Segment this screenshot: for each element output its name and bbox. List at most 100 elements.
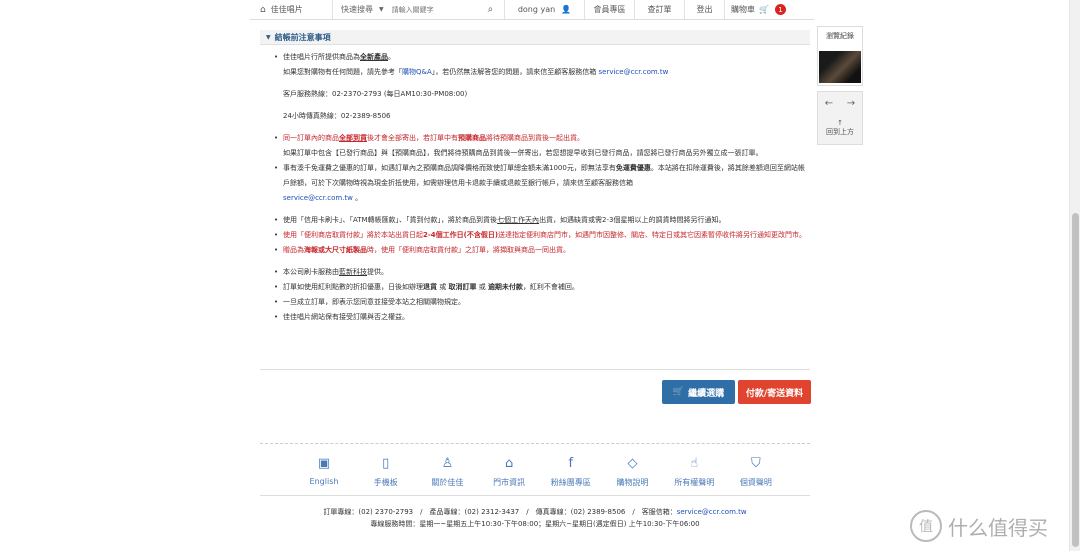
facebook-icon: f: [568, 455, 574, 471]
list-item: 使用「信用卡刷卡」、「ATM轉帳匯款」、「貨到付款」，將於商品到貨後七個工作天內…: [272, 213, 807, 228]
notice-body: 佳佳唱片行所提供商品為全新產品。 如果您對購物有任何問題，請先參考「購物Q&A」…: [272, 50, 807, 325]
footer-link-label: 所有權聲明: [674, 478, 715, 487]
notice-text: 時，使用「便利商店取貨付款」之訂單，將擷取與商品一同出貨。: [367, 246, 570, 254]
user-icon: 👤: [561, 5, 572, 14]
service-email-link[interactable]: service@ccr.com.tw: [283, 194, 353, 202]
cart-icon: 🛒: [759, 5, 769, 14]
back-to-top-button[interactable]: ↑ 回到上方: [818, 119, 862, 137]
contact-line: 訂單專線：(02) 2370-2793 / 產品專線：(02) 2312-343…: [323, 508, 677, 516]
search-box: 快速搜尋 ▼ ⌕: [332, 0, 504, 19]
shield-icon: ⛉: [751, 455, 761, 471]
browse-history-title: 瀏覽紀錄: [826, 32, 854, 40]
contact-info: 訂單專線：(02) 2370-2793 / 產品專線：(02) 2312-343…: [260, 506, 810, 530]
notice-text: 或: [439, 283, 447, 291]
person-icon: ♙: [441, 455, 454, 471]
footer-link-about[interactable]: ♙ 關於佳佳: [418, 452, 476, 488]
footer-link-stores[interactable]: ⌂ 門市資訊: [480, 452, 538, 488]
footer-link-label: 關於佳佳: [431, 478, 464, 487]
top-bar: ⌂ 佳佳唱片 快速搜尋 ▼ ⌕ dong yan 👤 會員專區 查訂單 登出 購…: [250, 0, 814, 20]
side-nav: ← → ↑ 回到上方: [817, 91, 863, 145]
arrow-up-icon: ↑: [837, 119, 843, 127]
footer-nav: ▣ English ▯ 手機板 ♙ 關於佳佳 ⌂ 門市資訊 f 粉絲團專區 ◇ …: [295, 452, 785, 488]
notice-text: 退貨: [423, 283, 437, 291]
list-item: 使用「便利商店取貨付款」將於本站出貨日起2-4個工作日(不含假日)送達指定便利商…: [272, 228, 807, 243]
service-hours: 專線服務時間：星期一~星期五上午10:30-下午08:00；星期六~星期日(遇定…: [370, 520, 700, 528]
notice-text: 贈品為: [283, 246, 304, 254]
watermark-logo-icon: 值: [910, 510, 942, 542]
notice-text: 訂單如使用紅利點數的折扣優惠，日後如辦理: [283, 283, 423, 291]
service-email-link[interactable]: service@ccr.com.tw: [599, 68, 669, 76]
page-scrollbar[interactable]: [1069, 0, 1080, 551]
footer-link-fans[interactable]: f 粉絲團專區: [542, 452, 600, 488]
notice-text: 將待預購商品到貨後一起出貨。: [486, 134, 584, 142]
service-hotline: 客戶服務熱線：02-2370-2793 (每日AM10:30-PM08:00): [283, 90, 468, 98]
browse-history-panel: 瀏覽紀錄: [817, 26, 863, 86]
continue-shopping-label: 繼續選購: [688, 388, 725, 399]
qa-link[interactable]: 購物Q&A: [402, 68, 432, 76]
notice-title: 結帳前注意事項: [274, 32, 331, 42]
notice-text: 使用「便利商店取貨付款」將於本站出貨日起: [283, 231, 423, 239]
list-item: 如果訂單中包含【已發行商品】與【預購商品】，我們將待預購商品到貨後一併寄出，若您…: [272, 146, 807, 161]
notice-text: 藍新科技: [339, 268, 367, 276]
cart-count-badge: 1: [774, 4, 786, 15]
notice-text: 如果您對購物有任何問題，請先參考「: [283, 68, 402, 76]
footer-link-english[interactable]: ▣ English: [295, 452, 353, 488]
search-type-select[interactable]: 快速搜尋: [341, 4, 373, 15]
cart-link[interactable]: 購物車 🛒 1: [724, 0, 792, 19]
notice-text: 事有湊千免運費之優惠的訂單，如遇訂單內之預購商品調降價格而致使訂單總金額未滿10…: [283, 164, 616, 172]
footer-link-privacy[interactable]: ⛉ 個資聲明: [727, 452, 785, 488]
notice-text: 逾期未付款: [487, 283, 523, 291]
triangle-down-icon: ▼: [266, 33, 271, 41]
divider: [260, 443, 810, 444]
user-menu[interactable]: dong yan 👤: [504, 0, 584, 19]
tag-icon: ◇: [627, 455, 638, 471]
checkout-button[interactable]: 付款/寄送資料: [738, 380, 811, 404]
cart-icon: 🛒: [672, 387, 685, 397]
chevron-down-icon[interactable]: ▼: [379, 6, 384, 13]
member-zone-link[interactable]: 會員專區: [584, 0, 634, 19]
footer-link-ownership[interactable]: ☝ 所有權聲明: [665, 452, 723, 488]
search-icon[interactable]: ⌕: [488, 4, 494, 15]
footer-link-label: 購物說明: [616, 478, 649, 487]
english-icon: ▣: [317, 455, 331, 471]
continue-shopping-button[interactable]: 🛒 繼續選購: [662, 380, 735, 404]
notice-text: 佳佳唱片行所提供商品為: [283, 53, 360, 61]
notice-text: 送達指定便利商店門市，如遇門市因整修、關店、特定日或其它因素暫停收件將另行通知更…: [498, 231, 807, 239]
list-item: 一旦成立訂單，即表示您同意並接受本站之相關購物規定。: [272, 295, 807, 310]
home-link[interactable]: ⌂ 佳佳唱片: [250, 0, 332, 19]
list-item: 事有湊千免運費之優惠的訂單，如遇訂單內之預購商品調降價格而致使訂單總金額未滿10…: [272, 161, 807, 206]
footer-link-label: 粉絲團專區: [550, 478, 591, 487]
search-input[interactable]: [389, 4, 482, 15]
arrow-right-icon[interactable]: →: [847, 98, 855, 109]
list-item: 同一訂單內的商品全部到貨後才會全部寄出，若訂單中有預購商品將待預購商品到貨後一起…: [272, 131, 807, 146]
home-icon: ⌂: [260, 4, 266, 15]
thumbs-up-icon: ☝: [690, 455, 699, 471]
watermark: 值 什么值得买: [910, 510, 1048, 542]
notice-text: 後才會全部寄出，若訂單中有: [367, 134, 458, 142]
contact-email-link[interactable]: service@ccr.com.tw: [677, 508, 747, 516]
footer-link-label: English: [309, 477, 339, 486]
notice-text: 」，若仍然無法解答您的問題，請來信至顧客服務信箱: [431, 68, 599, 76]
notice-text: 同一訂單內的商品: [283, 134, 339, 142]
footer-link-label: 手機板: [373, 478, 398, 487]
notice-text: 全部到貨: [339, 134, 367, 142]
scrollbar-thumb[interactable]: [1072, 213, 1079, 547]
notice-text: 取消訂單: [448, 283, 477, 291]
notice-text: 2-4個工作日(不含假日): [423, 231, 499, 239]
footer-link-mobile[interactable]: ▯ 手機板: [357, 452, 415, 488]
list-item: 佳佳唱片行所提供商品為全新產品。 如果您對購物有任何問題，請先參考「購物Q&A」…: [272, 50, 807, 124]
notice-text: 或: [478, 283, 486, 291]
footer-link-label: 門市資訊: [493, 478, 526, 487]
mobile-icon: ▯: [382, 455, 390, 471]
logout-link[interactable]: 登出: [684, 0, 724, 19]
check-order-link[interactable]: 查訂單: [634, 0, 684, 19]
back-to-top-label: 回到上方: [826, 128, 854, 136]
watermark-text: 什么值得买: [948, 515, 1048, 540]
arrow-left-icon[interactable]: ←: [825, 98, 833, 109]
notice-text: 七個工作天內: [497, 216, 540, 224]
footer-link-shopping-guide[interactable]: ◇ 購物說明: [604, 452, 662, 488]
list-item: 贈品為海報或大尺寸紙製品時，使用「便利商店取貨付款」之訂單，將擷取與商品一同出貨…: [272, 243, 807, 258]
notice-text: 一旦成立訂單，即表示您同意並接受本站之相關購物規定。: [283, 298, 465, 306]
divider: [260, 369, 810, 370]
history-thumbnail[interactable]: [819, 51, 861, 83]
